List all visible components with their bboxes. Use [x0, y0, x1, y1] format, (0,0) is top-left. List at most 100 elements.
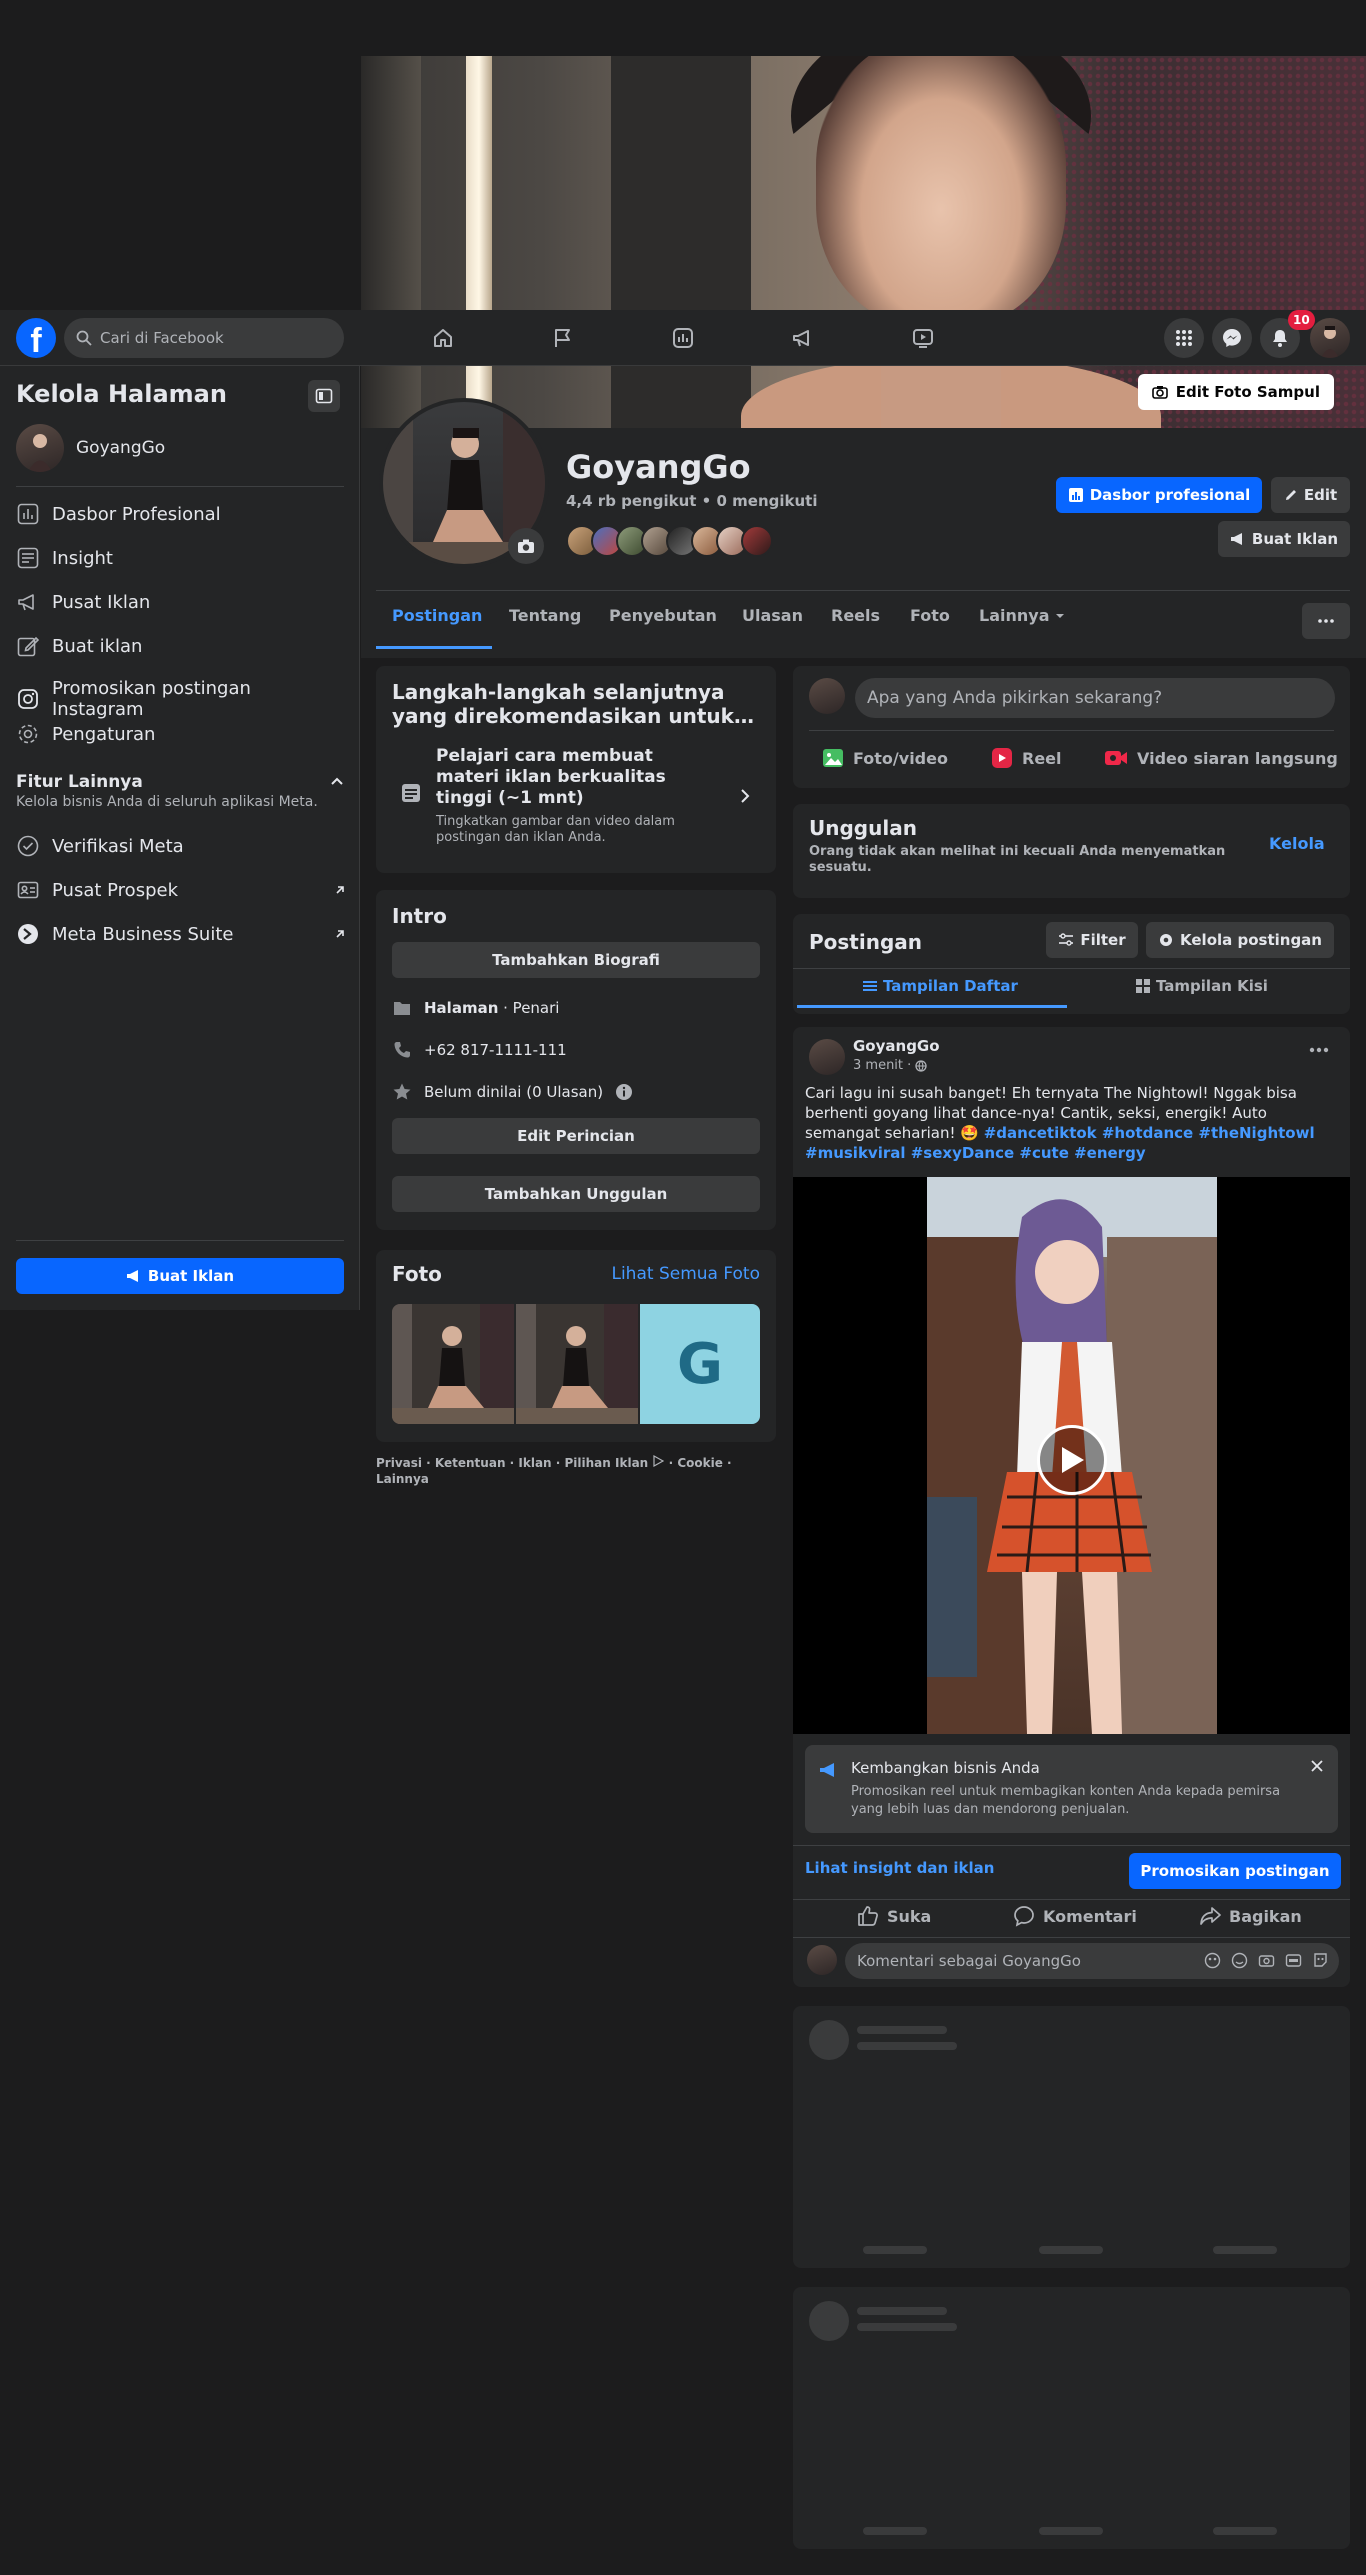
divider	[16, 486, 344, 487]
emoji-icon[interactable]	[1231, 1952, 1248, 1969]
footer-cookie[interactable]: · Cookie ·	[669, 1456, 732, 1470]
recommended-steps-title: Langkah-langkah selanjutnya yang direkom…	[392, 680, 754, 728]
sidebar-item-settings[interactable]: Pengaturan	[16, 722, 346, 746]
tab-about[interactable]: Tentang	[509, 606, 581, 625]
reel-video-player[interactable]	[793, 1177, 1350, 1734]
grid-view-tab[interactable]: Tampilan Kisi	[1136, 977, 1268, 995]
more-options-button[interactable]	[1302, 603, 1350, 639]
sidebar-item-business-suite[interactable]: Meta Business Suite	[16, 922, 346, 946]
edit-page-button[interactable]: Edit	[1271, 477, 1350, 513]
live-video-button[interactable]: Video siaran langsung	[1103, 746, 1338, 770]
reel-label: Reel	[1022, 748, 1062, 768]
professional-dashboard-button[interactable]: Dasbor profesional	[1056, 477, 1262, 513]
info-icon[interactable]	[615, 1083, 633, 1101]
post-options-icon[interactable]	[1309, 1047, 1329, 1053]
sidebar-page-name: GoyangGo	[76, 438, 166, 458]
commenter-avatar[interactable]	[807, 1945, 837, 1975]
footer-links-text[interactable]: Privasi · Ketentuan · Iklan · Pilihan Ik…	[376, 1456, 648, 1470]
whats-on-your-mind-input[interactable]: Apa yang Anda pikirkan sekarang?	[855, 678, 1335, 718]
like-button[interactable]: Suka	[857, 1905, 931, 1927]
insights-icon[interactable]	[663, 318, 703, 358]
flag-icon[interactable]	[543, 318, 583, 358]
sidebar-item-ad-center[interactable]: Pusat Iklan	[16, 590, 346, 614]
promote-post-button[interactable]: Promosikan postingan	[1129, 1853, 1341, 1889]
add-featured-button[interactable]: Tambahkan Unggulan	[392, 1176, 760, 1212]
tab-reels[interactable]: Reels	[831, 606, 880, 625]
create-ad-header-label: Buat Iklan	[1251, 530, 1339, 548]
sidebar-item-professional-dashboard[interactable]: Dasbor Profesional	[16, 502, 346, 526]
comment-button[interactable]: Komentari	[1013, 1905, 1137, 1927]
sidebar-item-insight[interactable]: Insight	[16, 546, 346, 570]
tab-photos[interactable]: Foto	[910, 606, 950, 625]
cover-photo[interactable]	[361, 56, 1366, 428]
sidebar-item-leads-center[interactable]: Pusat Prospek	[16, 878, 346, 902]
recommended-step-item[interactable]: Pelajari cara membuat materi iklan berku…	[392, 746, 762, 856]
post-author-avatar[interactable]	[809, 1039, 845, 1075]
home-icon[interactable]	[423, 318, 463, 358]
post-author-name[interactable]: GoyangGo	[853, 1037, 940, 1055]
avatar-sticker-icon[interactable]	[1204, 1952, 1221, 1969]
share-label: Bagikan	[1229, 1906, 1302, 1926]
search-input[interactable]: Cari di Facebook	[64, 318, 344, 358]
photo-video-button[interactable]: Foto/video	[821, 746, 948, 770]
messenger-icon[interactable]	[1212, 318, 1252, 358]
photo-thumbnail[interactable]	[392, 1304, 514, 1424]
divider	[376, 590, 1350, 591]
facebook-logo-icon[interactable]: f	[16, 318, 56, 358]
collapse-sidebar-icon[interactable]	[308, 380, 340, 412]
comment-input[interactable]: Komentari sebagai GoyangGo	[845, 1943, 1339, 1979]
reel-button[interactable]: Reel	[990, 746, 1062, 770]
sidebar-item-meta-verified[interactable]: Verifikasi Meta	[16, 834, 346, 858]
menu-grid-icon[interactable]	[1164, 318, 1204, 358]
create-ad-button[interactable]: Buat Iklan	[16, 1258, 344, 1294]
account-avatar[interactable]	[1310, 318, 1350, 358]
tab-mentions[interactable]: Penyebutan	[609, 606, 717, 625]
sidebar-item-create-ad[interactable]: Buat iklan	[16, 634, 346, 658]
phone-number[interactable]: +62 817-1111-111	[424, 1041, 567, 1059]
change-profile-photo-camera-icon[interactable]	[508, 528, 544, 564]
sticker-icon[interactable]	[1312, 1952, 1329, 1969]
divider	[793, 968, 1350, 969]
list-view-tab[interactable]: Tampilan Daftar	[863, 977, 1018, 995]
camera-icon[interactable]	[1258, 1952, 1275, 1969]
post-card: GoyangGo 3 menit · Cari lagu ini susah b…	[793, 1027, 1350, 1987]
add-bio-button[interactable]: Tambahkan Biografi	[392, 942, 760, 978]
category-row: Halaman · Penari	[392, 998, 559, 1018]
more-features-title: Fitur Lainnya	[16, 772, 143, 792]
tab-more[interactable]: Lainnya	[979, 606, 1065, 625]
photo-thumbnail-logo[interactable]: G	[640, 1304, 760, 1424]
sidebar-page-profile[interactable]: GoyangGo	[16, 424, 165, 472]
more-features-section[interactable]: Fitur Lainnya Kelola bisnis Anda di selu…	[16, 772, 344, 810]
business-suite-icon	[18, 924, 38, 944]
megaphone-icon	[820, 1763, 834, 1777]
sidebar-item-label: Pusat Iklan	[52, 591, 151, 613]
composer-avatar	[809, 678, 845, 714]
share-button[interactable]: Bagikan	[1199, 1905, 1302, 1927]
sidebar-item-promote-instagram[interactable]: Promosikan postingan Instagram	[16, 678, 346, 720]
edit-cover-button[interactable]: Edit Foto Sampul	[1137, 374, 1334, 410]
view-insights-link[interactable]: Lihat insight dan iklan	[805, 1859, 994, 1877]
gif-icon[interactable]	[1285, 1952, 1302, 1969]
megaphone-icon[interactable]	[783, 318, 823, 358]
follower-stats[interactable]: 4,4 rb pengikut • 0 mengikuti	[566, 492, 817, 510]
edit-icon	[17, 636, 40, 657]
footer-more[interactable]: Lainnya	[376, 1472, 429, 1486]
live-video-icon	[1105, 751, 1127, 765]
edit-details-button[interactable]: Edit Perincian	[392, 1118, 760, 1154]
manage-featured-link[interactable]: Kelola	[1269, 834, 1325, 853]
tab-reviews[interactable]: Ulasan	[742, 606, 803, 625]
video-icon[interactable]	[903, 318, 943, 358]
follower-avatars[interactable]	[566, 525, 806, 559]
filter-button[interactable]: Filter	[1046, 922, 1138, 958]
manage-posts-button[interactable]: Kelola postingan	[1146, 922, 1334, 958]
category-label: Halaman	[424, 999, 499, 1017]
chevron-up-icon[interactable]	[330, 776, 344, 786]
play-icon[interactable]	[1037, 1425, 1107, 1495]
post-timestamp[interactable]: 3 menit ·	[853, 1058, 927, 1073]
close-icon[interactable]	[1310, 1759, 1324, 1773]
sidebar-item-label: Pusat Prospek	[52, 879, 178, 901]
tab-posts[interactable]: Postingan	[392, 606, 482, 625]
photo-thumbnail[interactable]	[516, 1304, 638, 1424]
see-all-photos-link[interactable]: Lihat Semua Foto	[611, 1264, 760, 1284]
create-ad-header-button[interactable]: Buat Iklan	[1218, 521, 1350, 557]
